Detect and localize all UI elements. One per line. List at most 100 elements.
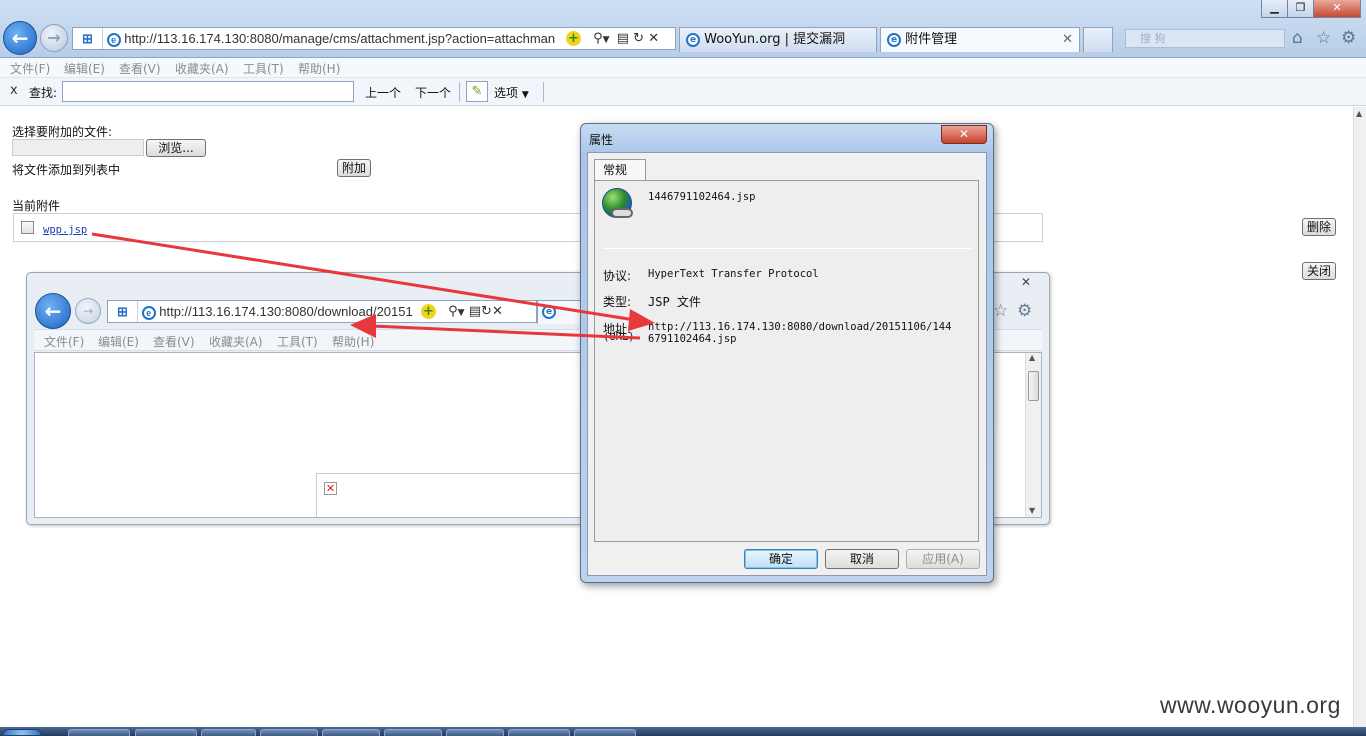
close-tab-icon[interactable]: ✕ <box>1062 28 1073 51</box>
address-actions: + ⚲▼ ▤ ↻ ✕ <box>566 29 674 48</box>
find-options-button[interactable]: 选项 ▼ <box>494 84 529 101</box>
close-window-button[interactable]: ✕ <box>1313 0 1361 18</box>
stop-icon[interactable]: ✕ <box>648 31 659 46</box>
maximize-button[interactable]: ❐ <box>1287 0 1314 18</box>
stop-icon[interactable]: ✕ <box>492 304 503 319</box>
scroll-up-icon[interactable]: ▲ <box>1356 109 1362 118</box>
attachment-checkbox[interactable] <box>21 221 34 234</box>
inner-gear-icon[interactable]: ⚙ <box>1017 301 1032 321</box>
browse-button[interactable]: 浏览... <box>146 139 206 157</box>
chevron-down-icon[interactable]: ▼ <box>458 308 465 318</box>
ie-page-icon: e <box>141 305 156 320</box>
address-text[interactable]: http://113.16.174.130:8080/manage/cms/at… <box>124 31 555 46</box>
find-prev-button[interactable]: 上一个 <box>365 84 401 101</box>
menu-edit[interactable]: 编辑(E) <box>98 333 139 350</box>
taskbar-item[interactable] <box>574 729 636 736</box>
taskbar-item[interactable] <box>260 729 318 736</box>
highlight-pencil-icon[interactable]: ✎ <box>466 81 488 102</box>
tab-attachment-management[interactable]: e 附件管理 ✕ <box>880 27 1080 52</box>
minimize-button[interactable]: ▁ <box>1261 0 1288 18</box>
back-button[interactable]: ← <box>3 21 37 55</box>
scroll-down-icon[interactable]: ▼ <box>1029 506 1035 515</box>
file-path-input[interactable] <box>12 139 144 156</box>
divider <box>459 82 460 102</box>
ie-page-icon: e <box>542 305 556 319</box>
broken-image-icon: ✕ <box>324 482 337 495</box>
menu-favorites[interactable]: 收藏夹(A) <box>175 60 229 77</box>
menu-tools[interactable]: 工具(T) <box>243 60 284 77</box>
ie-page-icon: e <box>887 32 901 47</box>
cancel-button[interactable]: 取消 <box>825 549 899 569</box>
inner-back-button[interactable]: ← <box>35 293 71 329</box>
address-value-line2: 6791102464.jsp <box>648 333 737 345</box>
apply-button[interactable]: 应用(A) <box>906 549 980 569</box>
taskbar-item[interactable] <box>508 729 570 736</box>
taskbar-item[interactable] <box>322 729 380 736</box>
scroll-thumb[interactable] <box>1028 371 1039 401</box>
search-icon[interactable]: ⚲ <box>593 31 603 46</box>
properties-dialog: 属性 ✕ 常规 1446791102464.jsp 协议: HyperText … <box>580 123 994 583</box>
search-box[interactable]: 搜 狗 <box>1125 29 1285 48</box>
favorites-star-icon[interactable]: ☆ <box>1316 28 1331 48</box>
find-next-button[interactable]: 下一个 <box>415 84 451 101</box>
find-input[interactable] <box>62 81 354 102</box>
settings-gear-icon[interactable]: ⚙ <box>1341 28 1356 48</box>
home-icon[interactable]: ⌂ <box>1292 28 1303 48</box>
menu-edit[interactable]: 编辑(E) <box>64 60 105 77</box>
delete-button[interactable]: 删除 <box>1302 218 1336 236</box>
type-value: JSP 文件 <box>648 295 701 309</box>
inner-scrollbar[interactable]: ▲ ▼ <box>1025 353 1041 517</box>
scroll-up-icon[interactable]: ▲ <box>1029 353 1035 362</box>
inner-address-text[interactable]: http://113.16.174.130:8080/download/2015… <box>159 304 412 319</box>
compat-view-icon[interactable]: ⊞ <box>108 301 138 322</box>
add-to-list-label: 将文件添加到列表中 <box>12 163 121 177</box>
menu-bar: 文件(F) 编辑(E) 查看(V) 收藏夹(A) 工具(T) 帮助(H) <box>0 58 1366 78</box>
inner-tab[interactable]: e <box>537 300 581 324</box>
attach-button[interactable]: 附加 <box>337 159 371 177</box>
ok-button[interactable]: 确定 <box>744 549 818 569</box>
search-icon[interactable]: ⚲ <box>448 304 458 319</box>
inner-star-icon[interactable]: ☆ <box>993 301 1008 321</box>
findbar-close-icon[interactable]: x <box>10 83 18 98</box>
compat-view-icon[interactable]: ⊞ <box>73 28 103 49</box>
taskbar-item[interactable] <box>446 729 504 736</box>
find-bar: x 查找: 上一个 下一个 ✎ 选项 ▼ <box>0 78 1366 106</box>
inner-forward-button[interactable]: → <box>75 298 101 324</box>
protocol-label: 协议: <box>603 269 632 283</box>
start-button[interactable] <box>2 729 42 736</box>
compat-icon[interactable]: ▤ <box>617 31 629 46</box>
broken-image-frame: ✕ <box>316 473 596 517</box>
refresh-icon[interactable]: ↻ <box>481 304 492 319</box>
taskbar-item[interactable] <box>68 729 130 736</box>
compat-icon[interactable]: ▤ <box>469 304 481 319</box>
close-button[interactable]: 关闭 <box>1302 262 1336 280</box>
watermark: www.wooyun.org <box>1160 692 1341 718</box>
page-scrollbar[interactable]: ▲ <box>1353 107 1366 727</box>
menu-tools[interactable]: 工具(T) <box>277 333 318 350</box>
forward-arrow-icon: → <box>47 28 61 47</box>
taskbar-item[interactable] <box>384 729 442 736</box>
refresh-icon[interactable]: ↻ <box>633 31 644 46</box>
menu-help[interactable]: 帮助(H) <box>298 60 340 77</box>
chevron-down-icon[interactable]: ▼ <box>603 35 610 45</box>
new-tab-button[interactable] <box>1083 27 1113 52</box>
taskbar-item[interactable] <box>201 729 256 736</box>
tab-wooyun[interactable]: e WooYun.org | 提交漏洞 <box>679 27 877 52</box>
menu-file[interactable]: 文件(F) <box>10 60 50 77</box>
find-label: 查找: <box>29 86 58 100</box>
options-label: 选项 <box>494 86 519 100</box>
inner-close-icon[interactable]: ✕ <box>1011 275 1041 291</box>
menu-favorites[interactable]: 收藏夹(A) <box>209 333 263 350</box>
dialog-close-button[interactable]: ✕ <box>941 125 987 144</box>
add-icon[interactable]: + <box>566 31 581 46</box>
menu-help[interactable]: 帮助(H) <box>332 333 374 350</box>
menu-file[interactable]: 文件(F) <box>44 333 84 350</box>
attachment-link[interactable]: wpp.jsp <box>43 224 87 236</box>
taskbar-item[interactable] <box>135 729 197 736</box>
add-icon[interactable]: + <box>421 304 436 319</box>
menu-view[interactable]: 查看(V) <box>119 60 161 77</box>
menu-view[interactable]: 查看(V) <box>153 333 195 350</box>
type-label: 类型: <box>603 295 632 309</box>
forward-button[interactable]: → <box>40 24 68 52</box>
tab-general[interactable]: 常规 <box>594 159 646 181</box>
